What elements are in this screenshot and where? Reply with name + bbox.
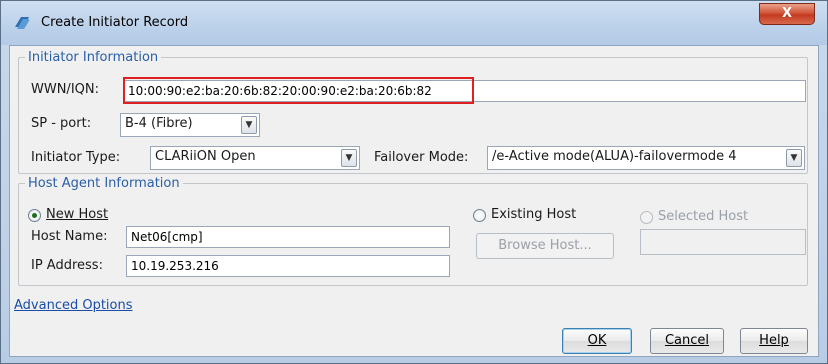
selected-host-field [640,229,806,255]
host-name-value: Net06[cmp] [131,230,203,244]
close-icon: X [781,6,793,21]
title-bar[interactable]: Create Initiator Record X [1,1,827,45]
ip-address-value: 10.19.253.216 [131,259,219,273]
wwn-label: WWN/IQN: [31,82,99,97]
initiator-type-select[interactable]: CLARiiON Open ▼ [150,146,360,170]
sp-port-label: SP - port: [31,116,92,131]
browse-host-label: Browse Host... [498,238,592,253]
help-button[interactable]: Help [740,328,808,354]
dialog-body: Initiator Information WWN/IQN: 10:00:90:… [9,45,819,357]
initiator-information-title: Initiator Information [28,50,159,65]
dialog-window: Create Initiator Record X Initiator Info… [0,0,828,364]
chevron-down-icon[interactable]: ▼ [241,116,257,134]
host-name-label: Host Name: [31,229,108,244]
chevron-down-icon[interactable]: ▼ [341,149,357,167]
new-host-label[interactable]: New Host [46,207,108,222]
selected-host-label: Selected Host [658,209,749,224]
existing-host-radio[interactable] [473,209,486,222]
failover-mode-select[interactable]: /e-Active mode(ALUA)-failovermode 4 ▼ [487,146,805,170]
ip-address-label: IP Address: [31,258,103,273]
new-host-radio[interactable] [28,209,41,222]
sp-port-select[interactable]: B-4 (Fibre) ▼ [120,113,260,137]
chevron-down-icon[interactable]: ▼ [786,149,802,167]
advanced-options-link[interactable]: Advanced Options [14,298,133,313]
selected-host-radio [640,211,653,224]
wwn-highlight-box [123,77,474,104]
cancel-label: Cancel [664,333,710,348]
ok-label: OK [587,333,607,348]
ip-address-field[interactable]: 10.19.253.216 [126,255,450,277]
host-agent-information-title: Host Agent Information [28,176,180,191]
cancel-button[interactable]: Cancel [650,328,724,354]
app-window-icon [15,17,29,29]
window-title: Create Initiator Record [41,15,189,30]
button-bar: OK Cancel Help [10,318,818,356]
failover-mode-label: Failover Mode: [374,150,469,165]
host-name-field[interactable]: Net06[cmp] [126,226,450,248]
initiator-type-label: Initiator Type: [31,150,121,165]
browse-host-button: Browse Host... [476,233,614,259]
close-button[interactable]: X [759,3,815,25]
sp-port-value: B-4 (Fibre) [125,116,193,131]
initiator-type-value: CLARiiON Open [155,149,256,164]
help-label: Help [759,333,789,348]
existing-host-label[interactable]: Existing Host [491,207,576,222]
ok-button[interactable]: OK [562,328,632,354]
failover-mode-value: /e-Active mode(ALUA)-failovermode 4 [492,149,737,164]
